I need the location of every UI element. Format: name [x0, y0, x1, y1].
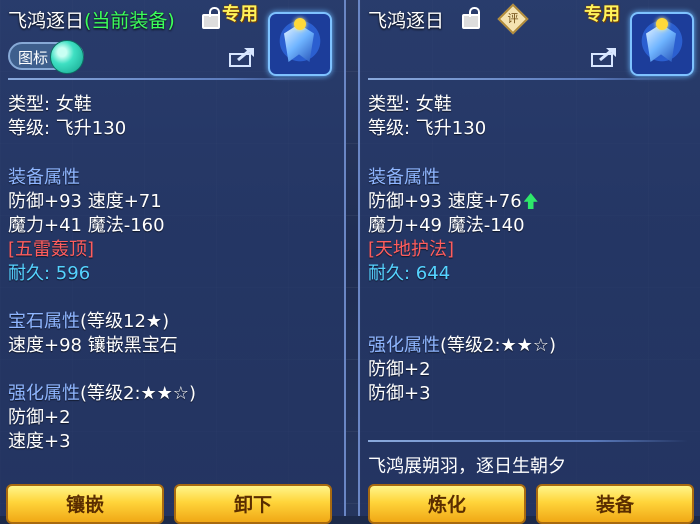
lock-icon[interactable]: [462, 7, 480, 29]
enhance-line-1: 防御+2: [8, 407, 71, 428]
item-icon: [268, 12, 332, 76]
item-type: 类型: 女鞋: [368, 94, 452, 115]
share-icon[interactable]: [228, 46, 256, 68]
exclusive-badge: 专用: [222, 4, 258, 25]
share-icon[interactable]: [590, 46, 618, 68]
equip-button[interactable]: 装备: [536, 484, 694, 524]
enhance-level: (等级2:★★☆): [80, 383, 196, 404]
increase-arrow-icon: [523, 193, 538, 209]
item-icon: [630, 12, 694, 76]
enhance-attr-row: 强化属性(等级2:★★☆): [368, 331, 556, 357]
item-level: 等级: 飞升130: [368, 118, 487, 139]
attr-line-1-row: 防御+93 速度+76: [368, 187, 538, 213]
candidate-item-tooltip: 飞鸿逐日 评 专用 类型: 女鞋 等级: 飞升130 装备属性 防御+93 速度…: [358, 0, 700, 524]
durability: 耐久: 644: [368, 263, 451, 284]
divider: [368, 440, 688, 442]
inlay-button[interactable]: 镶嵌: [6, 484, 164, 524]
gem-level: (等级12★): [80, 311, 170, 332]
enhance-level: (等级2:★★☆): [440, 335, 556, 356]
item-motto: 飞鸿展朔羽，逐日生朝夕: [368, 456, 566, 477]
enhance-line-2: 速度+3: [8, 431, 71, 452]
appraise-icon-label: 评: [507, 12, 519, 25]
toggle-knob: [50, 40, 84, 74]
special-skill: [五雷轰顶]: [8, 239, 95, 260]
special-skill: [天地护法]: [368, 239, 455, 260]
item-type: 类型: 女鞋: [8, 94, 92, 115]
icon-toggle-label: 图标: [18, 49, 49, 67]
enhance-line-2: 防御+3: [368, 383, 431, 404]
current-equipped-tag: (当前装备): [84, 10, 175, 32]
equip-attr-title: 装备属性: [8, 167, 80, 188]
item-title: 飞鸿逐日: [368, 6, 444, 33]
refine-button[interactable]: 炼化: [368, 484, 526, 524]
equipped-item-tooltip: 飞鸿逐日(当前装备) 专用 图标 类型: 女鞋 等级: 飞升130 装备属性 防…: [0, 0, 346, 524]
unequip-button[interactable]: 卸下: [174, 484, 332, 524]
lock-icon[interactable]: [202, 7, 220, 29]
item-name: 飞鸿逐日: [368, 10, 445, 32]
attr-line-2: 魔力+49 魔法-140: [368, 215, 525, 236]
appraise-icon[interactable]: 评: [497, 3, 529, 35]
durability: 耐久: 596: [8, 263, 91, 284]
item-title: 飞鸿逐日(当前装备): [8, 6, 175, 33]
divider: [368, 78, 688, 80]
gem-line: 速度+98 镶嵌黑宝石: [8, 335, 178, 356]
attr-line-1: 防御+93 速度+71: [8, 191, 162, 212]
enhance-line-1: 防御+2: [368, 359, 431, 380]
enhance-attr-title: 强化属性: [8, 383, 80, 404]
gem-attr-title: 宝石属性: [8, 311, 80, 332]
attr-line-2: 魔力+41 魔法-160: [8, 215, 165, 236]
gem-attr-row: 宝石属性(等级12★): [8, 307, 169, 333]
icon-toggle[interactable]: 图标: [8, 40, 84, 74]
item-name: 飞鸿逐日: [8, 10, 85, 32]
divider: [8, 78, 328, 80]
attr-line-1: 防御+93 速度+76: [368, 191, 522, 212]
equip-attr-title: 装备属性: [368, 167, 440, 188]
item-level: 等级: 飞升130: [8, 118, 127, 139]
enhance-attr-row: 强化属性(等级2:★★☆): [8, 379, 196, 405]
enhance-attr-title: 强化属性: [368, 335, 440, 356]
exclusive-badge: 专用: [584, 4, 620, 25]
